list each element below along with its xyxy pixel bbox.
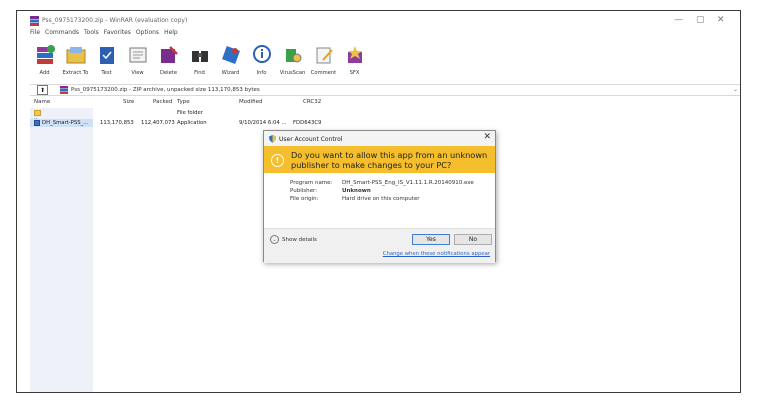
- yes-button[interactable]: Yes: [412, 234, 450, 245]
- program-name-row: Program name: DH_Smart-PSS_Eng_IS_V1.11.1…: [290, 180, 474, 186]
- toolbar: Add Extract To Test View Delete Find Wiz…: [29, 41, 370, 83]
- menu-help[interactable]: Help: [164, 29, 178, 36]
- add-archive-icon: [36, 45, 55, 64]
- comment-icon: [316, 47, 333, 64]
- winrar-app-icon: [30, 16, 39, 26]
- publisher-value: Unknown: [342, 188, 371, 194]
- archive-path: Pss_0975173200.zip - ZIP archive, unpack…: [71, 87, 260, 93]
- row-type: File folder: [177, 110, 203, 116]
- show-details-toggle[interactable]: ⌄ Show details: [270, 235, 317, 244]
- column-modified[interactable]: Modified: [239, 99, 262, 105]
- view-button[interactable]: View: [122, 41, 153, 81]
- publisher-row: Publisher: Unknown: [290, 188, 371, 194]
- column-size[interactable]: Size: [123, 99, 134, 105]
- program-name-label: Program name:: [290, 180, 333, 186]
- column-packed[interactable]: Packed: [153, 99, 172, 105]
- uac-title-bar: User Account Control: [269, 134, 342, 144]
- up-one-level-button[interactable]: ⬆: [37, 85, 48, 95]
- extract-to-label: Extract To: [62, 70, 89, 76]
- column-name[interactable]: Name: [34, 99, 50, 105]
- menu-commands[interactable]: Commands: [45, 29, 79, 36]
- no-button[interactable]: No: [454, 234, 492, 245]
- info-label: Info: [256, 70, 267, 76]
- find-button[interactable]: Find: [184, 41, 215, 81]
- comment-label: Comment: [310, 70, 337, 76]
- test-button[interactable]: Test: [91, 41, 122, 81]
- uac-question: Do you want to allow this app from an un…: [291, 150, 488, 170]
- column-type[interactable]: Type: [177, 99, 190, 105]
- chevron-down-icon[interactable]: ⌄: [733, 86, 738, 93]
- virusscan-label: VirusScan: [279, 70, 306, 76]
- comment-button[interactable]: Comment: [308, 41, 339, 81]
- delete-label: Delete: [159, 70, 178, 76]
- virusscan-button[interactable]: VirusScan: [277, 41, 308, 81]
- row-size: 113,170,853: [100, 120, 134, 126]
- file-origin-row: File origin: Hard drive on this computer: [290, 196, 420, 202]
- test-icon: [99, 47, 114, 64]
- menu-favorites[interactable]: Favorites: [104, 29, 131, 36]
- add-button[interactable]: Add: [29, 41, 60, 81]
- program-name-value: DH_Smart-PSS_Eng_IS_V1.11.1.R.20140910.e…: [342, 180, 474, 186]
- info-button[interactable]: Info: [246, 41, 277, 81]
- menu-options[interactable]: Options: [136, 29, 159, 36]
- find-label: Find: [194, 70, 205, 76]
- wizard-button[interactable]: Wizard: [215, 41, 246, 81]
- menu-bar: File Commands Tools Favorites Options He…: [30, 29, 178, 36]
- window-title: Pss_0975173200.zip - WinRAR (evaluation …: [42, 17, 188, 24]
- row-modified: 9/10/2014 6:04 ...: [239, 120, 287, 126]
- table-row[interactable]: DH_Smart-PSS_... 113,170,853 112,407,073…: [30, 119, 740, 127]
- zip-archive-icon: [60, 86, 68, 94]
- add-label: Add: [39, 70, 50, 76]
- row-name: DH_Smart-PSS_...: [42, 120, 89, 126]
- show-details-label: Show details: [282, 236, 317, 243]
- uac-close-button[interactable]: ✕: [483, 132, 491, 142]
- maximize-button[interactable]: ▢: [696, 15, 705, 25]
- winrar-window: Pss_0975173200.zip - WinRAR (evaluation …: [16, 10, 741, 393]
- publisher-label: Publisher:: [290, 188, 318, 194]
- wizard-label: Wizard: [221, 70, 240, 76]
- name-column-highlight: [30, 108, 93, 392]
- test-label: Test: [101, 70, 112, 76]
- uac-dialog: User Account Control ✕ ! Do you want to …: [263, 130, 496, 263]
- uac-title: User Account Control: [279, 135, 343, 143]
- row-crc: FDD643C9: [293, 120, 322, 126]
- sfx-label: SFX: [349, 70, 360, 76]
- wizard-icon: [221, 46, 240, 64]
- chevron-down-icon: ⌄: [270, 235, 279, 244]
- uac-footer: ⌄ Show details Yes No Change when these …: [264, 228, 495, 263]
- column-crc[interactable]: CRC32: [303, 99, 321, 105]
- minimize-button[interactable]: —: [674, 15, 683, 25]
- uac-warning-banner: ! Do you want to allow this app from an …: [264, 146, 495, 173]
- info-icon: [252, 45, 271, 63]
- column-header: Name Size Packed Type Modified CRC32: [30, 97, 740, 108]
- sfx-button[interactable]: SFX: [339, 41, 370, 81]
- uac-details: Program name: DH_Smart-PSS_Eng_IS_V1.11.1…: [264, 173, 495, 228]
- view-label: View: [131, 70, 144, 76]
- warning-icon: !: [271, 154, 284, 167]
- table-row[interactable]: .. File folder: [30, 109, 740, 121]
- address-bar: ⬆ Pss_0975173200.zip - ZIP archive, unpa…: [30, 84, 740, 96]
- file-origin-label: File origin:: [290, 196, 319, 202]
- delete-button[interactable]: Delete: [153, 41, 184, 81]
- notification-settings-link[interactable]: Change when these notifications appear: [383, 251, 490, 257]
- find-icon: [191, 51, 208, 62]
- sfx-icon: [347, 46, 362, 63]
- file-origin-value: Hard drive on this computer: [342, 196, 420, 202]
- delete-icon: [160, 46, 178, 63]
- shield-icon: [269, 135, 276, 143]
- extract-to-icon: [66, 47, 85, 64]
- menu-tools[interactable]: Tools: [84, 29, 99, 36]
- extract-to-button[interactable]: Extract To: [60, 41, 91, 81]
- exe-icon: [34, 120, 40, 126]
- view-icon: [129, 47, 146, 63]
- virusscan-icon: [285, 49, 301, 63]
- close-window-button[interactable]: ✕: [717, 15, 725, 25]
- row-type: Application: [177, 120, 207, 126]
- menu-file[interactable]: File: [30, 29, 40, 36]
- row-packed: 112,407,073: [141, 120, 175, 126]
